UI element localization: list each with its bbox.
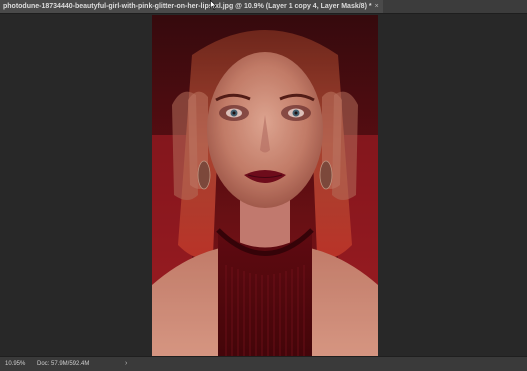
close-icon[interactable]: × xyxy=(375,0,379,13)
mouse-pointer-icon xyxy=(210,0,217,10)
chevron-right-icon[interactable]: › xyxy=(125,357,127,371)
document-tab-bar: photodune-18734440-beautyful-girl-with-p… xyxy=(0,0,527,14)
document-tab[interactable]: photodune-18734440-beautyful-girl-with-p… xyxy=(0,0,383,13)
document-image[interactable] xyxy=(152,15,378,356)
zoom-level-field[interactable]: 10.95% xyxy=(3,359,35,369)
canvas-workspace[interactable] xyxy=(0,14,527,356)
status-bar: 10.95% Doc: 57.9M/592.4M › xyxy=(0,356,527,371)
document-tab-title: photodune-18734440-beautyful-girl-with-p… xyxy=(3,3,372,10)
portrait-photo xyxy=(152,15,378,356)
photoshop-window: photodune-18734440-beautyful-girl-with-p… xyxy=(0,0,527,371)
document-size-info: Doc: 57.9M/592.4M xyxy=(37,361,90,367)
